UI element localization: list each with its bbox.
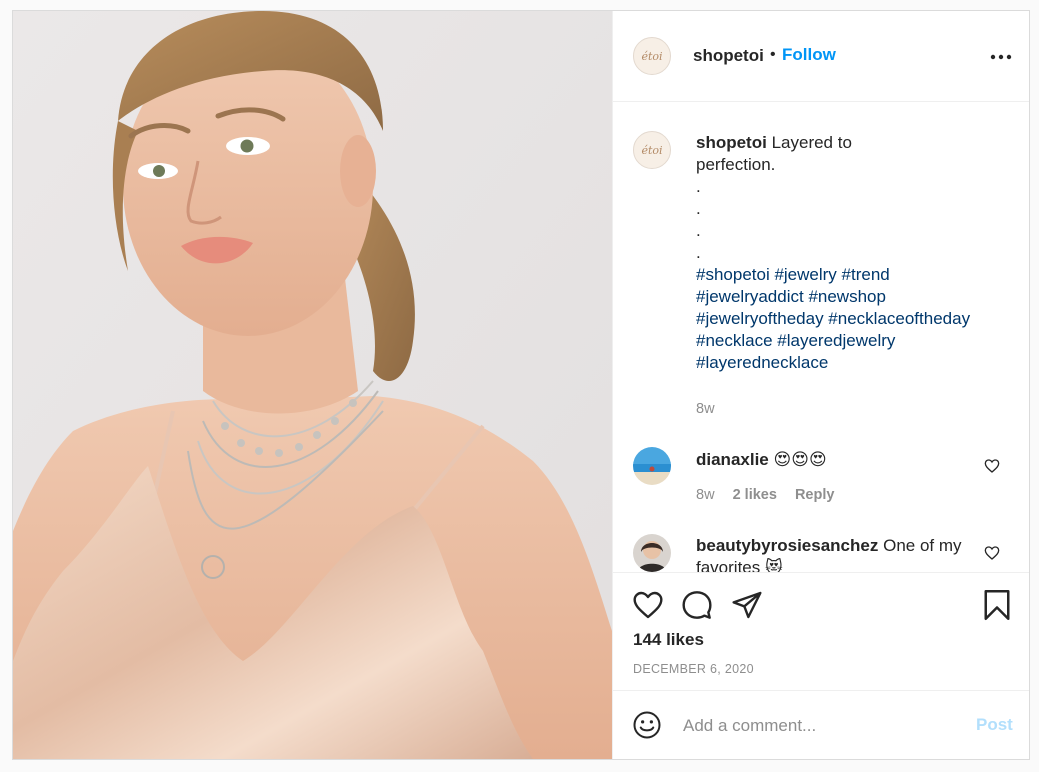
comment-body: One of my xyxy=(883,536,962,555)
comment-time[interactable]: 8w xyxy=(696,487,715,503)
model-portrait-image xyxy=(13,11,612,759)
post-actions: 144 likes DECEMBER 6, 2020 xyxy=(613,572,1029,690)
post-card: étoi shopetoi • Follow étoi shopetoi Lay… xyxy=(12,10,1030,760)
paper-plane-icon[interactable] xyxy=(731,589,763,621)
follow-button[interactable]: Follow xyxy=(782,45,836,65)
account-avatar[interactable]: étoi xyxy=(633,37,671,75)
caption-dot: . xyxy=(696,199,701,218)
caption-meta: 8w xyxy=(696,401,729,417)
commenter-avatar[interactable] xyxy=(633,534,671,572)
post-photo[interactable] xyxy=(13,11,612,759)
comment-like-heart-icon[interactable] xyxy=(984,458,1000,474)
post-sidebar: étoi shopetoi • Follow étoi shopetoi Lay… xyxy=(612,11,1029,759)
smiley-icon[interactable] xyxy=(632,710,662,740)
account-username[interactable]: shopetoi xyxy=(693,46,764,66)
bookmark-icon[interactable] xyxy=(982,588,1012,622)
heart-icon[interactable] xyxy=(632,589,664,621)
comment-meta: 8w 2 likes Reply xyxy=(696,487,848,503)
commenter-avatar[interactable] xyxy=(633,447,671,485)
more-horizontal-icon[interactable] xyxy=(989,49,1013,65)
likes-count[interactable]: 144 likes xyxy=(633,630,704,650)
hashtag-line[interactable]: #layerednecklace xyxy=(696,353,828,372)
add-comment-bar: Post xyxy=(613,690,1029,759)
caption-dot: . xyxy=(696,221,701,240)
comments-section[interactable]: étoi shopetoi Layered to perfection. . .… xyxy=(613,102,1029,572)
caption-line-1: Layered to xyxy=(771,133,852,152)
avatar-logo-text: étoi xyxy=(641,49,663,63)
beach-avatar-image xyxy=(633,447,671,485)
caption-dot: . xyxy=(696,243,701,262)
reply-button[interactable]: Reply xyxy=(795,487,835,503)
caption-dot: . xyxy=(696,177,701,196)
post-header: étoi shopetoi • Follow xyxy=(613,11,1029,102)
comment-body: 😍😍😍 xyxy=(773,450,827,469)
caption-avatar[interactable]: étoi xyxy=(633,131,671,169)
hashtag-line[interactable]: #necklace #layeredjewelry xyxy=(696,331,895,350)
comment-username[interactable]: beautybyrosiesanchez xyxy=(696,536,878,555)
comment-text: dianaxlie 😍😍😍 xyxy=(696,449,827,471)
separator-dot: • xyxy=(770,46,776,63)
hashtag-line[interactable]: #jewelryaddict #newshop xyxy=(696,287,886,306)
post-comment-button[interactable]: Post xyxy=(976,715,1013,735)
person-avatar-image xyxy=(633,534,671,572)
avatar-logo-text: étoi xyxy=(641,143,663,157)
hashtag-line[interactable]: #shopetoi #jewelry #trend xyxy=(696,265,890,284)
comment-username[interactable]: dianaxlie xyxy=(696,450,769,469)
caption-text: shopetoi Layered to perfection. . . . . … xyxy=(696,132,1006,374)
hashtag-line[interactable]: #jewelryoftheday #necklaceoftheday xyxy=(696,309,970,328)
comment-input[interactable] xyxy=(681,711,955,741)
caption-line-2: perfection. xyxy=(696,155,776,174)
comment-bubble-icon[interactable] xyxy=(681,589,713,621)
comment-like-heart-icon[interactable] xyxy=(984,545,1000,561)
comment-likes[interactable]: 2 likes xyxy=(733,487,777,503)
comment-text: beautybyrosiesanchez One of my favorites… xyxy=(696,535,986,572)
comment-body-line-2: favorites 😻 xyxy=(696,558,783,572)
caption-username[interactable]: shopetoi xyxy=(696,133,767,152)
caption-time[interactable]: 8w xyxy=(696,401,715,417)
post-date[interactable]: DECEMBER 6, 2020 xyxy=(633,662,754,676)
